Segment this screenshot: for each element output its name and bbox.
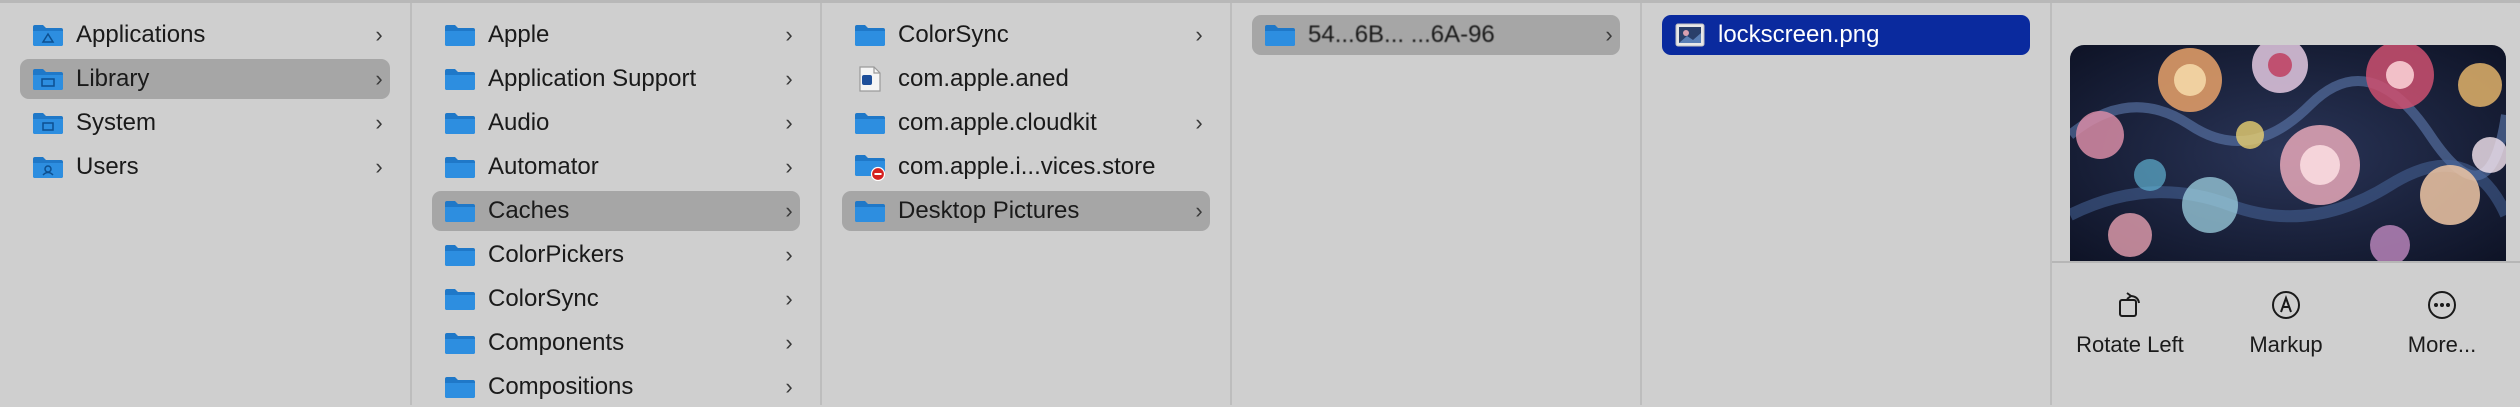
row-label: lockscreen.png — [1718, 21, 1880, 48]
library-folder-icon — [33, 69, 63, 90]
row-label: Compositions — [488, 373, 634, 400]
preview-pane: Rotate Left Markup More... — [2052, 3, 2520, 405]
applications-folder-icon — [33, 25, 63, 46]
folder-icon — [1265, 25, 1295, 46]
users-folder-icon — [33, 157, 63, 178]
quick-actions: Rotate Left Markup More... — [2052, 288, 2520, 358]
row-label: Desktop Pictures — [898, 197, 1080, 224]
row-applications[interactable]: Applications › — [20, 15, 390, 55]
row-label: Components — [488, 329, 625, 356]
chevron-right-icon: › — [375, 22, 383, 47]
system-folder-icon — [33, 113, 63, 134]
row-label: com.apple.cloudkit — [898, 109, 1097, 136]
image-file-icon — [1675, 23, 1705, 47]
chevron-right-icon: › — [375, 66, 383, 91]
row-label: ColorSync — [898, 21, 1009, 48]
chevron-right-icon: › — [785, 66, 793, 91]
row-label: Automator — [488, 153, 599, 180]
folder-icon — [855, 25, 885, 46]
row-apple[interactable]: Apple › — [432, 15, 800, 55]
rotate-left-button[interactable]: Rotate Left — [2055, 288, 2205, 358]
chevron-right-icon: › — [785, 22, 793, 47]
chevron-right-icon: › — [375, 154, 383, 179]
column-browser: Applications › Library › System › Users … — [0, 0, 2520, 405]
row-label: 54...6B... ...6A-96 — [1308, 21, 1495, 48]
chevron-right-icon: › — [785, 154, 793, 179]
chevron-right-icon: › — [375, 110, 383, 135]
column-uuid: lockscreen.png — [1642, 3, 2052, 405]
markup-icon — [2272, 291, 2300, 319]
more-button[interactable]: More... — [2367, 288, 2517, 358]
folder-icon — [445, 333, 475, 354]
row-system[interactable]: System › — [20, 103, 390, 143]
row-label: System — [76, 109, 157, 136]
preview-divider — [2052, 261, 2520, 263]
row-library[interactable]: Library › — [20, 59, 390, 99]
chevron-right-icon: › — [785, 242, 793, 267]
more-label: More... — [2407, 332, 2477, 357]
row-com-apple-cloudkit[interactable]: com.apple.cloudkit › — [842, 103, 1210, 143]
row-label: Library — [76, 65, 150, 92]
row-automator[interactable]: Automator › — [432, 147, 800, 187]
row-label: Apple — [488, 21, 550, 48]
column-root: Applications › Library › System › Users … — [0, 3, 412, 405]
row-label: ColorPickers — [488, 241, 625, 268]
row-label: Application Support — [488, 65, 697, 92]
row-label: ColorSync — [488, 285, 599, 312]
folder-icon — [445, 289, 475, 310]
chevron-right-icon: › — [1195, 110, 1203, 135]
more-icon — [2428, 291, 2456, 319]
chevron-right-icon: › — [785, 374, 793, 399]
row-users[interactable]: Users › — [20, 147, 390, 187]
chevron-right-icon: › — [785, 286, 793, 311]
chevron-right-icon: › — [1195, 198, 1203, 223]
row-colorsync[interactable]: ColorSync › — [432, 279, 800, 319]
row-audio[interactable]: Audio › — [432, 103, 800, 143]
rotate-left-icon — [2119, 292, 2140, 317]
row-lockscreen-png[interactable]: lockscreen.png — [1662, 15, 2030, 55]
preview-image — [2070, 45, 2506, 261]
document-file-icon — [859, 66, 881, 92]
row-compositions[interactable]: Compositions › — [432, 367, 800, 407]
row-colorsync-cache[interactable]: ColorSync › — [842, 15, 1210, 55]
chevron-right-icon: › — [1605, 22, 1613, 47]
folder-icon — [855, 113, 885, 134]
row-label: Caches — [488, 197, 570, 224]
row-label: com.apple.i...vices.store — [898, 153, 1156, 180]
row-com-apple-store[interactable]: com.apple.i...vices.store — [842, 147, 1210, 187]
chevron-right-icon: › — [1195, 22, 1203, 47]
folder-icon — [855, 201, 885, 222]
folder-icon — [445, 157, 475, 178]
row-com-apple-aned[interactable]: com.apple.aned — [842, 59, 1210, 99]
row-label: Audio — [488, 109, 550, 136]
folder-icon — [445, 377, 475, 398]
row-colorpickers[interactable]: ColorPickers › — [432, 235, 800, 275]
rotate-left-label: Rotate Left — [2076, 332, 2184, 357]
row-desktop-pictures[interactable]: Desktop Pictures › — [842, 191, 1210, 231]
column-caches: ColorSync › com.apple.aned com.apple.clo… — [822, 3, 1232, 405]
folder-icon — [445, 245, 475, 266]
row-label: com.apple.aned — [898, 65, 1069, 92]
restricted-folder-icon — [855, 155, 886, 181]
floral-artwork-image — [2070, 45, 2506, 261]
row-components[interactable]: Components › — [432, 323, 800, 363]
chevron-right-icon: › — [785, 110, 793, 135]
folder-icon — [445, 113, 475, 134]
row-label: Users — [76, 153, 139, 180]
chevron-right-icon: › — [785, 198, 793, 223]
row-label: Applications — [76, 21, 206, 48]
markup-button[interactable]: Markup — [2211, 288, 2361, 358]
markup-label: Markup — [2249, 332, 2323, 357]
chevron-right-icon: › — [785, 330, 793, 355]
folder-icon — [445, 69, 475, 90]
column-desktop-pictures: 54...6B... ...6A-96 › — [1232, 3, 1642, 405]
folder-icon — [445, 201, 475, 222]
column-library: Apple › Application Support › Audio › Au… — [412, 3, 822, 405]
row-caches[interactable]: Caches › — [432, 191, 800, 231]
folder-icon — [445, 25, 475, 46]
row-uuid-folder[interactable]: 54...6B... ...6A-96 › — [1252, 15, 1620, 55]
row-application-support[interactable]: Application Support › — [432, 59, 800, 99]
